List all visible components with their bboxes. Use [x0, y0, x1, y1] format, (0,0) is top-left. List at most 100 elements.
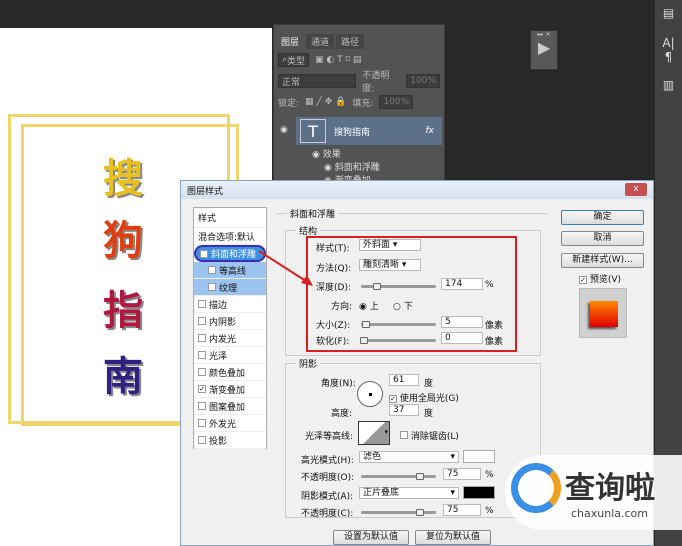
highlight-mode-select[interactable]: 滤色 ▾: [359, 451, 459, 463]
style-label: 图案叠加: [209, 402, 246, 413]
char-3: 指: [103, 288, 143, 334]
style-label: 外发光: [209, 419, 237, 430]
style-label: 等高线: [219, 266, 247, 277]
angle-unit: 度: [424, 379, 434, 389]
styles-header: 样式: [194, 208, 266, 228]
text-layer-icon: T: [300, 119, 326, 143]
checkbox[interactable]: ✓: [198, 385, 206, 393]
preview-checkbox[interactable]: ✓ 预览(V): [579, 272, 621, 285]
layer-row[interactable]: T 搜狗指南 fx: [296, 117, 442, 145]
lock-icons[interactable]: ▦ ╱ ✥ 🔒: [305, 97, 346, 107]
checkbox[interactable]: [198, 368, 206, 376]
watermark-logo-icon: [511, 463, 561, 513]
tab-layers[interactable]: 图层: [276, 34, 305, 49]
style-item-stroke[interactable]: 描边: [194, 296, 266, 313]
shadow-color-swatch[interactable]: [463, 486, 495, 499]
blend-mode-select[interactable]: 正常: [278, 74, 357, 88]
annotation-arrow: [258, 250, 313, 286]
global-light-checkbox[interactable]: ✓ 使用全局光(G): [389, 391, 459, 404]
style-item-inner-glow[interactable]: 内发光: [194, 330, 266, 347]
angle-dial[interactable]: [357, 381, 383, 407]
eye-icon[interactable]: ◉: [280, 125, 288, 135]
checkbox[interactable]: [198, 300, 206, 308]
shadow-mode-select[interactable]: 正片叠底 ▾: [359, 487, 459, 499]
shadow-mode-value: 正片叠底: [363, 488, 400, 498]
global-light-label: 使用全局光(G): [399, 394, 459, 404]
altitude-input[interactable]: 37: [389, 404, 419, 416]
checkbox[interactable]: [198, 351, 206, 359]
checkbox[interactable]: [208, 283, 216, 291]
checkbox[interactable]: [198, 317, 206, 325]
char-2: 狗: [103, 218, 143, 264]
filter-select[interactable]: ⌕ 类型: [278, 53, 310, 67]
checkbox[interactable]: [198, 334, 206, 342]
effects-row[interactable]: ◉ 效果: [312, 147, 341, 160]
antialias-checkbox[interactable]: 消除锯齿(L): [400, 429, 459, 442]
watermark: 查询啦 chaxunla.com: [505, 455, 682, 530]
panel-icon[interactable]: ▤: [655, 6, 682, 20]
angle-input[interactable]: 61: [389, 374, 419, 386]
highlight-mode-label: 高光模式(H):: [301, 456, 354, 466]
fill-input[interactable]: 100%: [379, 95, 414, 109]
character-icon[interactable]: A|: [655, 36, 682, 50]
preview-label: 预览(V): [589, 275, 622, 285]
style-label: 斜面和浮雕: [211, 250, 257, 260]
checkbox[interactable]: [208, 266, 216, 274]
style-item-texture[interactable]: 纹理: [194, 279, 266, 296]
tab-paths[interactable]: 路径: [336, 34, 365, 49]
checkbox[interactable]: ✓: [200, 249, 208, 258]
make-default-button[interactable]: 设置为默认值: [333, 530, 409, 545]
slider-thumb[interactable]: [416, 473, 424, 480]
style-item-outer-glow[interactable]: 外发光: [194, 415, 266, 432]
play-icon[interactable]: ▶: [531, 38, 557, 57]
angle-label: 角度(N):: [321, 379, 356, 389]
shadow-opacity-slider[interactable]: [361, 509, 436, 516]
collapse-icon[interactable]: ▸▸ ✕: [531, 31, 557, 38]
style-item-pattern-overlay[interactable]: 图案叠加: [194, 398, 266, 415]
opacity-input[interactable]: 100%: [406, 74, 440, 88]
shadow-opacity-input[interactable]: 75: [443, 504, 481, 516]
cancel-button[interactable]: 取消: [561, 231, 644, 246]
style-item-bevel[interactable]: ✓ 斜面和浮雕: [194, 245, 266, 262]
paragraph-icon[interactable]: ¶: [655, 50, 682, 64]
style-item-color-overlay[interactable]: 颜色叠加: [194, 364, 266, 381]
styles-icon[interactable]: ▥: [655, 78, 682, 92]
lock-label: 锁定:: [278, 98, 300, 109]
reset-default-button[interactable]: 复位为默认值: [415, 530, 491, 545]
ok-button[interactable]: 确定: [561, 210, 644, 225]
layers-panel: 图层 通道 路径 ⌕ 类型 ▣ ◐ T ⌑ ▤ 正常 不透明度: 100% 锁定: ▦ …: [273, 24, 445, 186]
shading-title: 阴影: [296, 357, 321, 370]
watermark-text: 查询啦: [565, 471, 655, 506]
style-item-contour[interactable]: 等高线: [194, 262, 266, 279]
style-label: 纹理: [219, 283, 238, 294]
checkbox[interactable]: [198, 402, 206, 410]
style-item-inner-shadow[interactable]: 内阴影: [194, 313, 266, 330]
layer-name: 搜狗指南: [334, 127, 371, 138]
new-style-button[interactable]: 新建样式(W)...: [561, 253, 644, 268]
highlight-opacity-input[interactable]: 75: [443, 468, 481, 480]
antialias-label: 消除锯齿(L): [410, 432, 459, 442]
highlight-color-swatch[interactable]: [463, 450, 495, 463]
fill-label: 填充:: [352, 98, 374, 109]
effect-bevel-row[interactable]: ◉ 斜面和浮雕: [324, 160, 380, 173]
style-label: 颜色叠加: [209, 368, 246, 379]
tab-channels[interactable]: 通道: [306, 34, 335, 49]
filter-icons[interactable]: ▣ ◐ T ⌑ ▤: [315, 55, 361, 65]
opacity-label: 不透明度:: [362, 71, 390, 94]
style-item-drop-shadow[interactable]: 投影: [194, 432, 266, 449]
gloss-contour-picker[interactable]: ▾: [358, 421, 390, 445]
style-item-gradient-overlay[interactable]: ✓ 渐变叠加: [194, 381, 266, 398]
slider-thumb[interactable]: [416, 509, 424, 516]
highlight-box: [306, 236, 517, 352]
checkbox[interactable]: [198, 436, 206, 444]
checkbox[interactable]: [198, 419, 206, 427]
shadow-opacity-label: 不透明度(C):: [301, 509, 354, 519]
shadow-mode-label: 阴影模式(A):: [301, 492, 354, 502]
fx-icon[interactable]: fx: [426, 126, 435, 136]
char-1: 搜: [103, 156, 143, 202]
highlight-opacity-slider[interactable]: [361, 473, 436, 480]
style-item-satin[interactable]: 光泽: [194, 347, 266, 364]
blend-options-item[interactable]: 混合选项:默认: [194, 228, 266, 245]
styles-list: 样式 混合选项:默认 ✓ 斜面和浮雕 等高线 纹理 描边 内阴影 内发光 光泽 颜…: [193, 207, 267, 449]
close-button[interactable]: x: [625, 183, 647, 196]
